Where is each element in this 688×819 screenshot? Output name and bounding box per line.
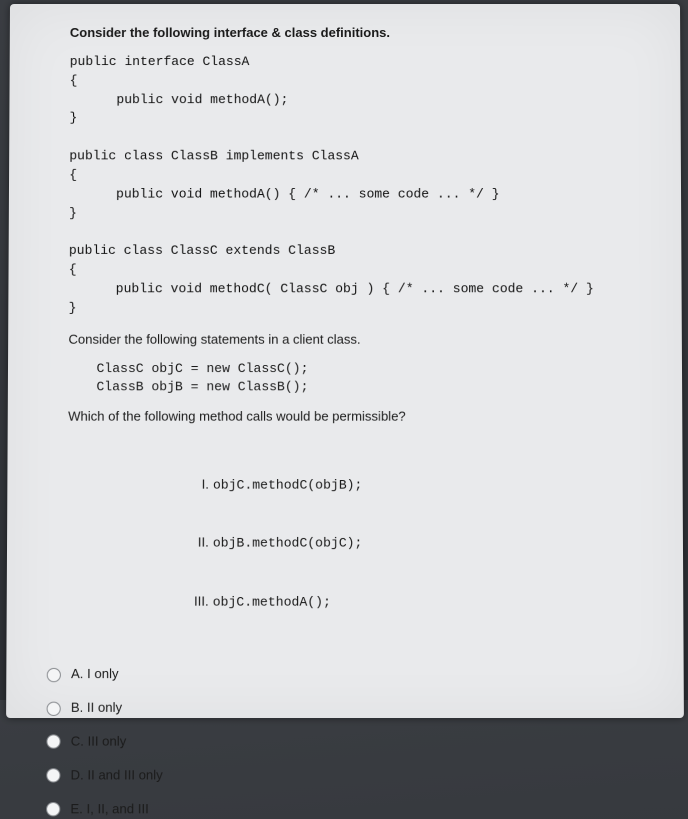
question-sheet: Consider the following interface & class… bbox=[6, 4, 684, 718]
radio-icon bbox=[46, 802, 60, 816]
option-a-label: A. I only bbox=[71, 665, 119, 684]
option-a[interactable]: A. I only bbox=[47, 665, 656, 684]
client-statements: ClassC objC = new ClassC(); ClassB objB … bbox=[96, 359, 654, 397]
option-b-label: B. II only bbox=[71, 699, 122, 718]
radio-icon bbox=[46, 768, 60, 782]
roman-ii-code: objB.methodC(objC); bbox=[213, 536, 363, 551]
option-b[interactable]: B. II only bbox=[47, 699, 656, 718]
option-e[interactable]: E. I, II, and III bbox=[46, 800, 656, 819]
question-text: Which of the following method calls woul… bbox=[68, 408, 654, 427]
radio-icon bbox=[46, 735, 60, 749]
option-e-label: E. I, II, and III bbox=[70, 800, 148, 819]
option-d[interactable]: D. II and III only bbox=[46, 766, 656, 785]
roman-list: I. objC.methodC(objB); II. objB.methodC(ob… bbox=[188, 437, 655, 651]
roman-i-code: objC.methodC(objB); bbox=[213, 477, 362, 492]
roman-iii-code: objC.methodA(); bbox=[213, 594, 331, 609]
roman-ii-num: II. bbox=[189, 534, 209, 553]
prompt-intro: Consider the following interface & class… bbox=[70, 24, 652, 43]
code-definitions: public interface ClassA { public void me… bbox=[69, 53, 654, 318]
radio-icon bbox=[47, 668, 61, 682]
option-d-label: D. II and III only bbox=[71, 766, 163, 785]
answer-options: A. I only B. II only C. III only D. II a… bbox=[46, 665, 656, 819]
prompt-statements: Consider the following statements in a c… bbox=[68, 330, 653, 349]
roman-iii-num: III. bbox=[188, 592, 208, 611]
option-c-label: C. III only bbox=[71, 732, 127, 751]
option-c[interactable]: C. III only bbox=[46, 732, 655, 751]
radio-icon bbox=[47, 701, 61, 715]
roman-i-num: I. bbox=[189, 475, 209, 494]
